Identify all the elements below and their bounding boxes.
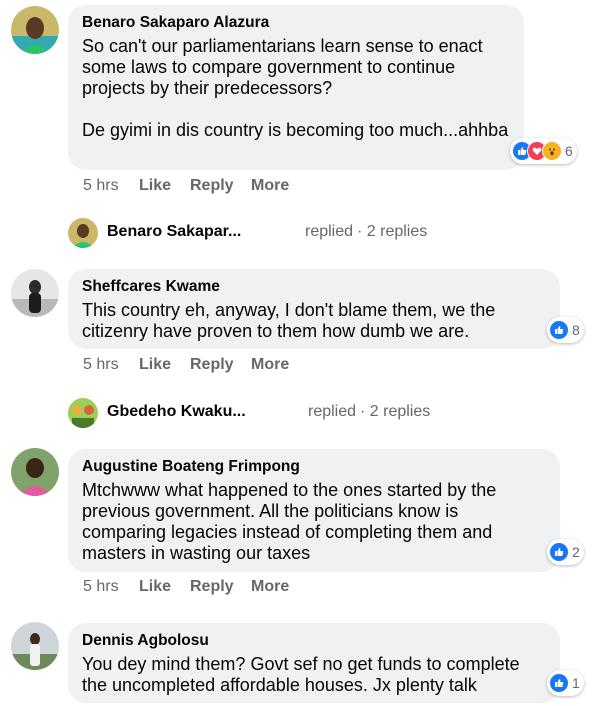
reply-button[interactable]: Reply bbox=[190, 356, 234, 374]
comment-text: You dey mind them? Govt sef no get funds… bbox=[82, 654, 525, 695]
reaction-summary[interactable]: 1 bbox=[547, 670, 584, 696]
wow-icon bbox=[542, 141, 562, 161]
comment-time[interactable]: 5 hrs bbox=[83, 578, 119, 596]
replied-label: replied bbox=[305, 223, 354, 240]
reply-button[interactable]: Reply bbox=[190, 177, 234, 195]
replied-label: replied bbox=[308, 403, 357, 420]
like-button[interactable]: Like bbox=[139, 356, 171, 374]
replier-name[interactable]: Gbedeho Kwaku... bbox=[107, 403, 246, 421]
comment-time[interactable]: 5 hrs bbox=[83, 356, 119, 374]
avatar bbox=[68, 398, 98, 428]
reaction-summary[interactable]: 2 bbox=[547, 539, 584, 565]
like-icon bbox=[549, 542, 569, 562]
avatar[interactable] bbox=[11, 269, 59, 317]
avatar[interactable] bbox=[11, 448, 59, 496]
comment-author[interactable]: Dennis Agbolosu bbox=[82, 631, 546, 651]
more-button[interactable]: More bbox=[251, 578, 289, 596]
reaction-count: 6 bbox=[565, 143, 573, 159]
avatar[interactable] bbox=[11, 6, 59, 54]
avatar bbox=[68, 218, 98, 248]
comment-text: Mtchwww what happened to the ones starte… bbox=[82, 480, 502, 563]
comment-time[interactable]: 5 hrs bbox=[83, 177, 119, 195]
comment-text: This country eh, anyway, I don't blame t… bbox=[82, 300, 501, 341]
comment-bubble: Benaro Sakaparo Alazura So can't our par… bbox=[68, 5, 524, 170]
comment-bubble: Augustine Boateng Frimpong Mtchwww what … bbox=[68, 449, 560, 572]
reply-count[interactable]: · 2 replies bbox=[360, 403, 430, 421]
reaction-count: 1 bbox=[572, 675, 580, 691]
like-button[interactable]: Like bbox=[139, 578, 171, 596]
reply-count[interactable]: · 2 replies bbox=[357, 223, 427, 241]
comment-text: So can't our parliamentarians learn sens… bbox=[82, 36, 509, 140]
more-button[interactable]: More bbox=[251, 356, 289, 374]
comment-author[interactable]: Sheffcares Kwame bbox=[82, 277, 546, 297]
like-icon bbox=[549, 673, 569, 693]
comment-author[interactable]: Augustine Boateng Frimpong bbox=[82, 457, 546, 477]
like-icon bbox=[549, 320, 569, 340]
more-button[interactable]: More bbox=[251, 177, 289, 195]
avatar[interactable] bbox=[11, 622, 59, 670]
reply-button[interactable]: Reply bbox=[190, 578, 234, 596]
like-button[interactable]: Like bbox=[139, 177, 171, 195]
reaction-summary[interactable]: 8 bbox=[547, 317, 584, 343]
replier-name[interactable]: Benaro Sakapar... bbox=[107, 223, 241, 241]
comment-bubble: Dennis Agbolosu You dey mind them? Govt … bbox=[68, 623, 560, 703]
comment-bubble: Sheffcares Kwame This country eh, anyway… bbox=[68, 269, 560, 349]
comment-author[interactable]: Benaro Sakaparo Alazura bbox=[82, 13, 510, 33]
reaction-summary[interactable]: 6 bbox=[510, 138, 577, 164]
reaction-count: 2 bbox=[572, 544, 580, 560]
reaction-count: 8 bbox=[572, 322, 580, 338]
